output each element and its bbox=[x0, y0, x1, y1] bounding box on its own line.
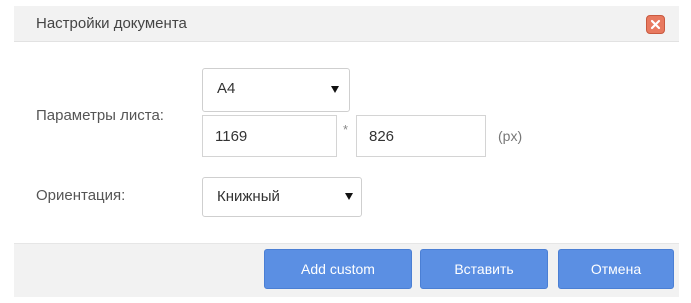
close-button[interactable] bbox=[646, 15, 665, 34]
unit-label: (px) bbox=[498, 128, 523, 144]
dropdown-arrow-icon bbox=[331, 86, 339, 93]
dropdown-arrow-icon bbox=[345, 193, 353, 200]
insert-button[interactable]: Вставить bbox=[420, 249, 548, 289]
sheet-width-input[interactable] bbox=[202, 115, 337, 157]
orientation-select[interactable]: Книжный bbox=[202, 177, 362, 217]
cancel-button[interactable]: Отмена bbox=[558, 249, 674, 289]
sheet-params-label: Параметры листа: bbox=[36, 107, 164, 124]
dialog-title: Настройки документа bbox=[36, 15, 187, 32]
dimension-separator: * bbox=[343, 122, 349, 137]
orientation-label: Ориентация: bbox=[36, 187, 126, 204]
orientation-value: Книжный bbox=[217, 188, 280, 205]
document-settings-dialog: Настройки документа Параметры листа: A4 … bbox=[0, 0, 691, 303]
add-custom-button[interactable]: Add custom bbox=[264, 249, 412, 289]
dialog-titlebar: Настройки документа bbox=[14, 6, 679, 42]
close-x-icon bbox=[650, 19, 661, 30]
sheet-height-input[interactable] bbox=[356, 115, 486, 157]
paper-size-select[interactable]: A4 bbox=[202, 68, 350, 112]
paper-size-value: A4 bbox=[217, 80, 236, 97]
